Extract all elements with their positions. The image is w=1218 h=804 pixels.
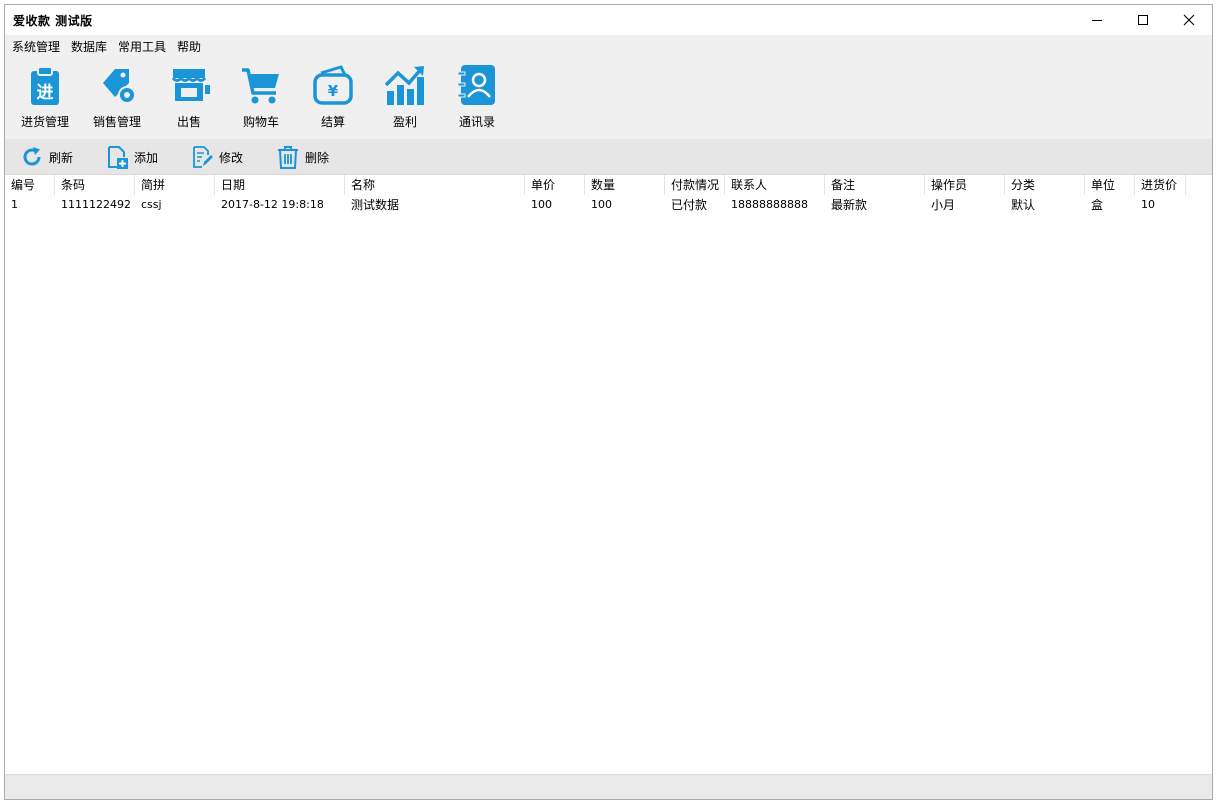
contacts-button[interactable]: 通讯录 — [442, 63, 512, 137]
shopping-cart-label: 购物车 — [242, 115, 279, 129]
edit-icon — [193, 146, 213, 168]
sales-management-button[interactable]: 销售管理 — [82, 63, 152, 137]
table-cell[interactable]: 最新款 — [825, 195, 925, 215]
menu-help[interactable]: 帮助 — [173, 38, 208, 55]
purchase-management-label: 进货管理 — [20, 115, 69, 129]
maximize-button[interactable] — [1120, 5, 1166, 35]
trash-icon — [278, 146, 298, 169]
menu-bar: 系统管理 数据库 常用工具 帮助 — [5, 35, 1212, 57]
column-header[interactable]: 单位 — [1085, 175, 1135, 195]
contacts-label: 通讯录 — [458, 115, 495, 129]
refresh-button[interactable]: 刷新 — [20, 143, 73, 171]
window-title: 爱收款 测试版 — [13, 14, 93, 28]
column-header[interactable]: 条码 — [55, 175, 135, 195]
table-cell[interactable]: 100 — [525, 195, 585, 215]
sell-button[interactable]: 出售 — [154, 63, 224, 137]
refresh-icon — [23, 147, 41, 166]
edit-button[interactable]: 修改 — [190, 143, 243, 171]
clipboard-glyph: 进 — [37, 83, 54, 103]
shopping-cart-button[interactable]: 购物车 — [226, 63, 296, 137]
table-cell[interactable]: 盒 — [1085, 195, 1135, 215]
grid-header: 编号 条码 简拼 日期 名称 单价 数量 付款情况 联系人 备注 操作员 分类 … — [5, 175, 1186, 195]
sell-label: 出售 — [176, 115, 201, 129]
column-header[interactable]: 单价 — [525, 175, 585, 195]
add-file-icon — [108, 146, 128, 169]
table-cell[interactable]: 2017-8-12 19:8:18 — [215, 195, 345, 215]
contacts-book-icon — [457, 65, 495, 105]
delete-button[interactable]: 删除 — [276, 143, 329, 171]
close-button[interactable] — [1166, 5, 1212, 35]
data-grid[interactable]: 编号 条码 简拼 日期 名称 单价 数量 付款情况 联系人 备注 操作员 分类 … — [5, 175, 1212, 775]
column-header[interactable]: 进货价 — [1135, 175, 1186, 195]
minimize-icon — [1092, 20, 1102, 21]
main-toolbar: 进 进货管理 销售管理 出售 购物车 ¥ 结算 盈利 通讯录 — [5, 57, 1212, 139]
settlement-label: 结算 — [320, 115, 345, 129]
table-cell[interactable]: 1 — [5, 195, 55, 215]
column-header[interactable]: 名称 — [345, 175, 525, 195]
table-cell[interactable]: 1111122492 — [55, 195, 135, 215]
column-header[interactable]: 备注 — [825, 175, 925, 195]
sales-management-label: 销售管理 — [92, 115, 141, 129]
close-icon — [1183, 14, 1195, 26]
table-cell[interactable]: 测试数据 — [345, 195, 525, 215]
clipboard-icon: 进 — [31, 66, 59, 105]
storefront-icon — [171, 69, 210, 101]
column-header[interactable]: 数量 — [585, 175, 665, 195]
purchase-management-button[interactable]: 进 进货管理 — [10, 63, 80, 137]
column-header[interactable]: 简拼 — [135, 175, 215, 195]
status-bar — [5, 774, 1212, 799]
refresh-label: 刷新 — [49, 150, 74, 165]
menu-system[interactable]: 系统管理 — [8, 38, 67, 55]
menu-tools[interactable]: 常用工具 — [114, 38, 173, 55]
column-header[interactable]: 付款情况 — [665, 175, 725, 195]
column-header[interactable]: 日期 — [215, 175, 345, 195]
table-cell[interactable]: 小月 — [925, 195, 1005, 215]
menu-database[interactable]: 数据库 — [67, 38, 114, 55]
tag-gear-icon — [103, 69, 136, 104]
add-button[interactable]: 添加 — [105, 143, 158, 171]
profit-label: 盈利 — [392, 115, 417, 129]
wallet-glyph: ¥ — [328, 82, 339, 100]
edit-label: 修改 — [219, 150, 244, 165]
table-cell[interactable]: 默认 — [1005, 195, 1085, 215]
column-header[interactable]: 分类 — [1005, 175, 1085, 195]
shopping-cart-icon — [242, 68, 279, 104]
settlement-button[interactable]: ¥ 结算 — [298, 63, 368, 137]
table-cell[interactable]: cssj — [135, 195, 215, 215]
delete-label: 删除 — [305, 150, 330, 165]
column-header[interactable]: 联系人 — [725, 175, 825, 195]
add-label: 添加 — [134, 150, 159, 165]
table-cell[interactable]: 18888888888 — [725, 195, 825, 215]
table-row[interactable]: 1 1111122492 cssj 2017-8-12 19:8:18 测试数据… — [5, 195, 1186, 215]
column-header[interactable]: 操作员 — [925, 175, 1005, 195]
title-bar: 爱收款 测试版 — [5, 5, 1212, 35]
app-window: 爱收款 测试版 系统管理 数据库 常用工具 帮助 进 进货管理 销售管理 出售 … — [4, 4, 1213, 800]
table-cell[interactable]: 10 — [1135, 195, 1186, 215]
maximize-icon — [1138, 15, 1148, 25]
table-cell[interactable]: 已付款 — [665, 195, 725, 215]
table-cell[interactable]: 100 — [585, 195, 665, 215]
profit-chart-icon — [384, 66, 424, 105]
column-header[interactable]: 编号 — [5, 175, 55, 195]
action-toolbar: 刷新 添加 修改 删除 — [5, 139, 1212, 175]
profit-button[interactable]: 盈利 — [370, 63, 440, 137]
wallet-icon: ¥ — [313, 65, 353, 105]
minimize-button[interactable] — [1074, 5, 1120, 35]
